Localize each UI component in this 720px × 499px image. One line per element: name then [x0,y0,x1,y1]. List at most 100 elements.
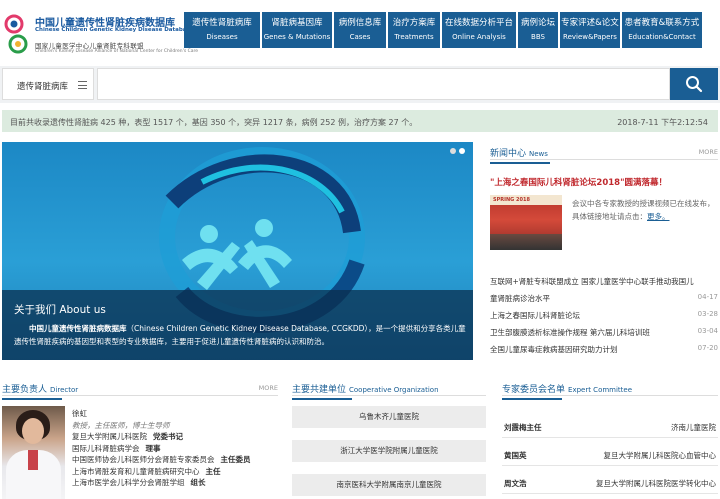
nav-item-label-cn: 病例论坛 [520,18,555,28]
news-summary-text: 会议中各专家教授的授课视频已在线发布，具体链接地址请点击： [572,199,715,221]
director-position-org: 复旦大学附属儿科医院 [72,432,147,441]
news-thumbnail[interactable]: SPRING 2018 [490,195,562,250]
committee-title-en: Expert Committee [568,386,633,394]
nav-item-3[interactable]: 治疗方案库 Treatments [388,12,440,48]
nav-item-2[interactable]: 病例信息库 Cases [334,12,386,48]
committee-member-hospital: 济南儿童医院 [671,423,716,432]
logo-mark-icon [4,14,28,54]
organization-item[interactable]: 浙江大学医学院附属儿童医院 [292,440,486,462]
nav-item-7[interactable]: 患者教育&联系方式 Education&Contact [622,12,702,48]
news-more-link[interactable]: MORE [699,148,718,156]
organization-item[interactable]: 乌鲁木齐儿童医院 [292,406,486,428]
director-rank: 教授，主任医师，博士生导师 [72,420,170,430]
organizations-title: 主要共建单位 Cooperative Organization [292,382,439,400]
news-item[interactable]: 全国儿童尿毒症救病基因研究助力计划 07-20 [490,343,718,357]
nav-item-label-cn: 肾脏病基因库 [271,18,323,28]
nav-item-5[interactable]: 病例论坛 BBS [518,12,558,48]
committee-member-hospital: 复旦大学附属儿科医院心血管中心 [603,451,717,460]
nav-item-label-en: Cases [349,33,371,41]
news-summary: 会议中各专家教授的授课视频已在线发布，具体链接地址请点击：更多。 [572,197,718,223]
logo-subtitle-en: Children's Kidney Disease Alliance of Na… [35,49,199,54]
logo-title-en: Chinese Children Genetic Kidney Disease … [35,27,194,33]
director-title-cn: 主要负责人 [2,385,48,395]
director-position-role: 理事 [145,443,161,453]
nav-item-label-en: Diseases [206,33,238,41]
carousel-dot[interactable] [450,148,456,154]
hero-banner[interactable]: 关于我们 About us 中国儿童遗传性肾脏病数据库（Chinese Chil… [2,142,473,360]
search-bar: 遗传肾脏病库 [0,66,720,103]
news-headline[interactable]: "上海之春国际儿科肾脏论坛2018"圆满落幕！ [490,176,667,188]
director-position: 中国医师协会儿科医师分会肾脏专家委员会 主任委员 [72,454,282,466]
news-item-title: 卫生部腹膜透析标准操作规程 第六届儿科培训班 [490,328,650,337]
director-title: 主要负责人 Director [2,382,79,400]
search-input[interactable] [97,68,670,100]
nav-item-0[interactable]: 遗传性肾脏病库 Diseases [184,12,260,48]
site-header: 中国儿童遗传性肾脏疾病数据库 Chinese Children Genetic … [0,0,720,62]
committee-member-name: 刘霞梅主任 [504,423,542,432]
news-title: 新闻中心 News [490,146,550,164]
director-name: 徐虹 [72,409,87,418]
stats-summary: 目前共收录遗传性肾脏病 425 种，表型 1517 个，基因 350 个，突异 … [10,118,418,127]
nav-item-label-cn: 在线数据分析平台 [444,18,513,28]
director-position-role: 主任 [205,466,221,476]
director-position-role: 组长 [190,478,206,487]
news-item[interactable]: 互联网+肾脏专科联盟成立 国家儿童医学中心联手推动我国儿 [490,275,718,289]
news-item[interactable]: 上海之春国际儿科肾脏论坛 03-28 [490,309,718,323]
news-item-title: 全国儿童尿毒症救病基因研究助力计划 [490,345,618,354]
news-item-date: 04-17 [697,293,718,301]
director-info: 徐虹 教授，主任医师，博士生导师 复旦大学附属儿科医院 党委书记 国际儿科肾脏病学会… [72,408,282,489]
menu-icon [78,81,87,89]
nav-item-label-cn: 专家评述&论文 [561,18,619,28]
director-header: 主要负责人 Director MORE [2,378,278,400]
organization-item[interactable]: 南京医科大学附属南京儿童医院 [292,474,486,496]
director-more-link[interactable]: MORE [259,384,278,392]
main-nav: 遗传性肾脏病库 Diseases 肾脏病基因库 Genes & Mutations 病例… [184,12,704,48]
carousel-dots [447,148,465,154]
nav-item-label-cn: 患者教育&联系方式 [624,18,700,28]
director-position-org: 上海市医学会儿科学分会肾脏学组 [72,478,185,487]
news-summary-link[interactable]: 更多。 [647,212,670,221]
news-item[interactable]: 童肾脏病诊治水平 04-17 [490,292,718,306]
organizations-title-en: Cooperative Organization [349,386,439,394]
nav-item-label-en: Education&Contact [628,33,696,41]
nav-item-4[interactable]: 在线数据分析平台 Online Analysis [442,12,516,48]
search-category-label: 遗传肾脏病库 [17,82,69,92]
news-item[interactable]: 卫生部腹膜透析标准操作规程 第六届儿科培训班 03-04 [490,326,718,340]
committee-section: 专家委员会名单 Expert Committee 刘霞梅主任 济南儿童医院 黄国英 复旦… [502,378,718,499]
about-text: 中国儿童遗传性肾脏病数据库（Chinese Children Genetic K… [14,322,466,348]
about-panel: 关于我们 About us 中国儿童遗传性肾脏病数据库（Chinese Chil… [2,290,473,360]
director-position: 复旦大学附属儿科医院 党委书记 [72,431,282,443]
director-position-org: 上海市肾脏发育和儿童肾脏病研究中心 [72,466,200,476]
nav-item-label-en: Online Analysis [452,33,506,41]
news-item-title: 互联网+肾脏专科联盟成立 国家儿童医学中心联手推动我国儿 [490,277,694,286]
organizations-header: 主要共建单位 Cooperative Organization [292,378,486,400]
committee-member-name: 周文浩 [504,479,527,488]
nav-item-label-cn: 遗传性肾脏病库 [192,18,252,28]
committee-member[interactable]: 刘霞梅主任 济南儿童医院 [502,416,718,438]
director-position-role: 主任委员 [220,455,251,464]
committee-header: 专家委员会名单 Expert Committee [502,378,718,400]
search-button[interactable] [670,68,718,100]
news-item-date: 07-20 [697,344,718,352]
director-position: 上海市肾脏发育和儿童肾脏病研究中心 主任 [72,466,282,478]
committee-member-hospital: 复旦大学附属儿科医院医学转化中心 [596,479,716,488]
nav-item-1[interactable]: 肾脏病基因库 Genes & Mutations [262,12,332,48]
director-position: 上海市医学会儿科学分会肾脏学组 组长 [72,477,282,489]
nav-item-6[interactable]: 专家评述&论文 Review&Papers [560,12,620,48]
nav-item-label-en: Review&Papers [563,33,617,41]
about-bold-name: 中国儿童遗传性肾脏病数据库 [29,324,127,333]
nav-item-label-en: BBS [531,33,545,41]
director-title-en: Director [50,386,79,394]
news-item-title: 上海之春国际儿科肾脏论坛 [490,311,580,320]
committee-member[interactable]: 黄国英 复旦大学附属儿科医院心血管中心 [502,444,718,466]
committee-title: 专家委员会名单 Expert Committee [502,382,633,400]
committee-member-name: 黄国英 [504,451,527,460]
search-category-select[interactable]: 遗传肾脏病库 [2,68,94,100]
committee-member[interactable]: 周文浩 复旦大学附属儿科医院医学转化中心 [502,472,718,494]
director-position: 国际儿科肾脏病学会 理事 [72,443,282,455]
site-logo[interactable]: 中国儿童遗传性肾脏疾病数据库 Chinese Children Genetic … [3,8,198,58]
committee-title-cn: 专家委员会名单 [502,385,566,395]
current-datetime: 2018-7-11 下午2:12:54 [617,118,708,127]
carousel-dot[interactable] [459,148,465,154]
nav-item-label-en: Genes & Mutations [263,33,331,41]
